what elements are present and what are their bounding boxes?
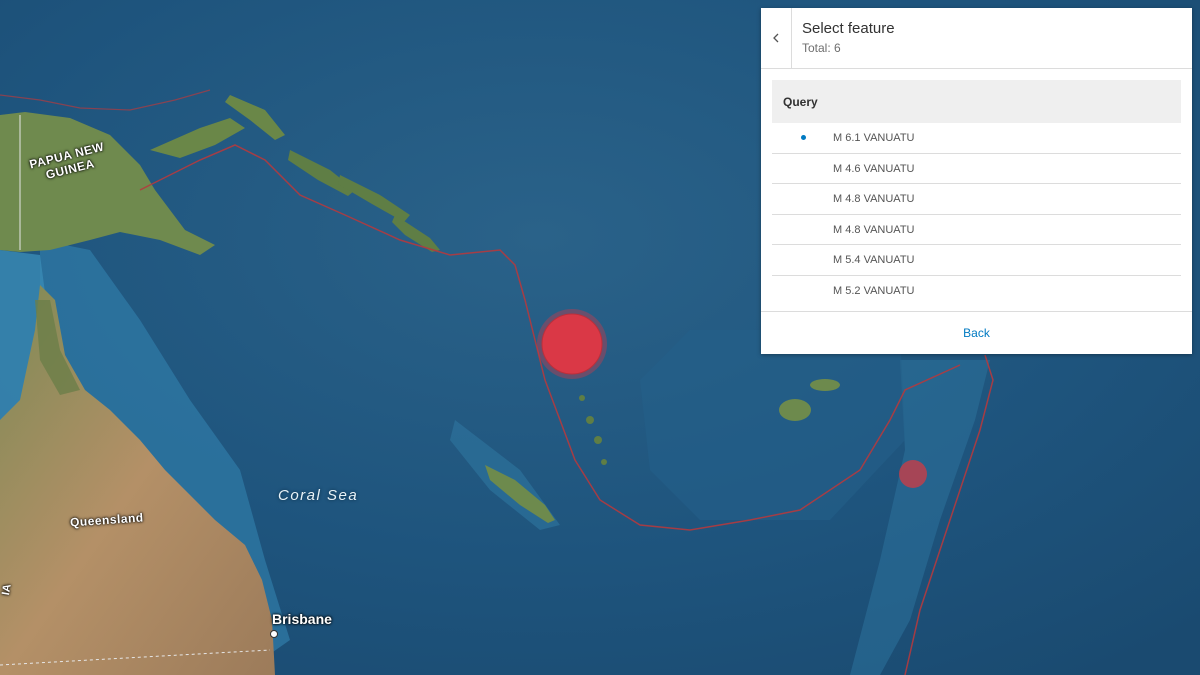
feature-item[interactable]: M 5.2 VANUATU — [772, 276, 1181, 306]
feature-item-label: M 5.2 VANUATU — [833, 284, 915, 297]
chevron-left-icon — [773, 33, 779, 43]
vanuatu-island-4 — [579, 395, 585, 401]
header-back-button[interactable] — [761, 8, 792, 68]
feature-item-label: M 4.6 VANUATU — [833, 162, 915, 175]
feature-item[interactable]: M 4.8 VANUATU — [772, 184, 1181, 215]
feature-item-label: M 4.8 VANUATU — [833, 193, 915, 205]
map-label-coral-sea: Coral Sea — [278, 487, 359, 504]
query-group-header: Query — [772, 80, 1181, 123]
feature-item-label: M 4.8 VANUATU — [833, 223, 915, 236]
panel-footer: Back — [761, 311, 1192, 355]
fiji-vanua-levu — [810, 379, 840, 391]
back-button[interactable]: Back — [761, 326, 1192, 340]
feature-item-label: M 5.4 VANUATU — [833, 254, 915, 266]
vanuatu-island-1 — [586, 416, 594, 424]
panel-total-count: Total: 6 — [802, 41, 841, 55]
map-label-brisbane: Brisbane — [272, 611, 332, 627]
earthquake-marker-m61[interactable] — [541, 313, 603, 375]
feature-item[interactable]: M 5.4 VANUATU — [772, 245, 1181, 276]
selected-dot-icon — [801, 135, 806, 140]
vanuatu-island-3 — [601, 459, 607, 465]
feature-item-label: M 6.1 VANUATU — [833, 132, 915, 144]
query-group-label: Query — [783, 95, 818, 109]
vanuatu-island-2 — [594, 436, 602, 444]
map-label-cut-off: IA — [0, 583, 14, 597]
feature-item[interactable]: M 4.6 VANUATU — [772, 154, 1181, 184]
panel-header: Select feature Total: 6 — [761, 8, 1192, 69]
city-dot-brisbane — [270, 630, 278, 638]
feature-item[interactable]: M 6.1 VANUATU — [772, 123, 1181, 154]
feature-list: M 6.1 VANUATU M 4.6 VANUATU M 4.8 VANUAT… — [772, 123, 1181, 305]
earthquake-marker-tonga[interactable] — [899, 460, 927, 488]
feature-item[interactable]: M 4.8 VANUATU — [772, 215, 1181, 245]
fiji-viti-levu — [779, 399, 811, 421]
panel-title: Select feature — [802, 20, 895, 37]
select-feature-panel: Select feature Total: 6 Query M 6.1 VANU… — [761, 8, 1192, 354]
